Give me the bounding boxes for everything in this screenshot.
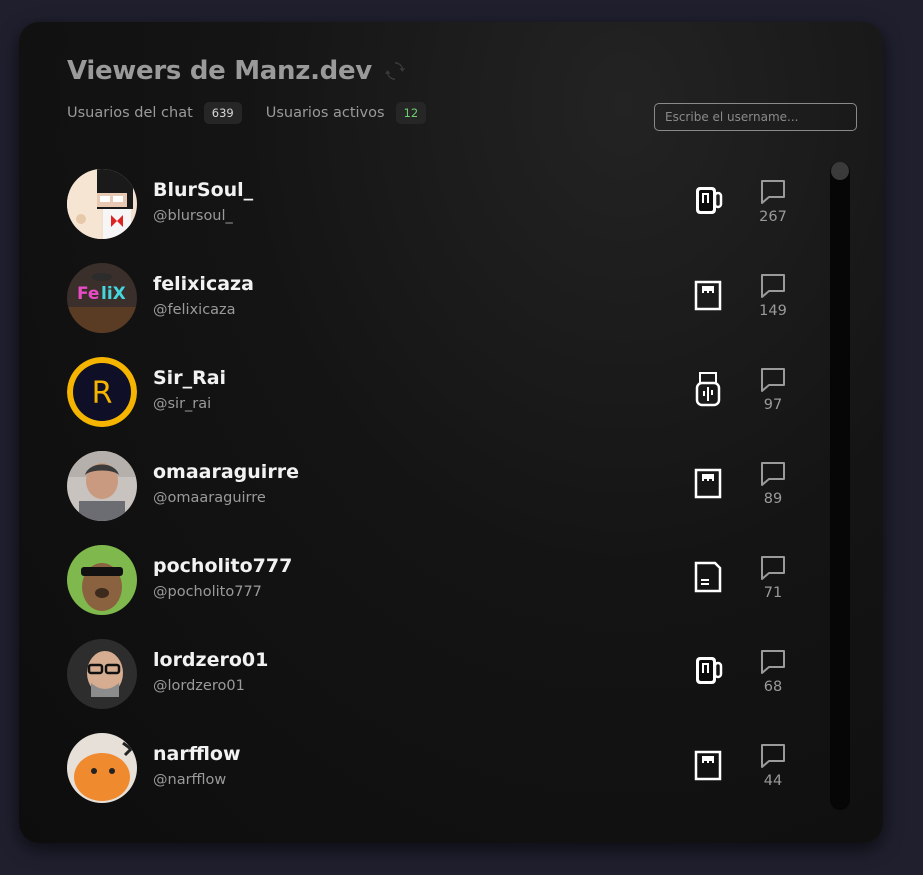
- messages-counter: 71: [755, 553, 791, 607]
- avatar: [67, 639, 137, 709]
- messages-counter: 44: [755, 741, 791, 795]
- avatar: [67, 451, 137, 521]
- chat-bubble-icon: [761, 556, 785, 580]
- username-search-input[interactable]: [654, 103, 857, 131]
- avatar: [67, 545, 137, 615]
- sd-card-icon: [694, 750, 722, 781]
- stats-bar: Usuarios del chat 639 Usuarios activos 1…: [67, 102, 450, 124]
- scrollbar-thumb[interactable]: [831, 162, 849, 180]
- viewer-row[interactable]: BlurSoul_ @blursoul_ 267: [67, 169, 797, 263]
- avatar: R: [67, 357, 137, 427]
- messages-counter: 149: [755, 271, 791, 325]
- message-count: 71: [763, 585, 783, 601]
- messages-counter: 267: [755, 177, 791, 231]
- viewer-handle: @sir_rai: [153, 396, 212, 412]
- viewer-row[interactable]: omaaraguirre @omaaraguirre 89: [67, 451, 797, 545]
- svg-text:liX: liX: [101, 284, 126, 304]
- chat-users-badge: 639: [203, 102, 242, 124]
- messages-counter: 89: [755, 459, 791, 513]
- message-count: 44: [763, 773, 783, 789]
- viewer-name: Sir_Rai: [153, 367, 227, 389]
- floppy-icon: [694, 561, 722, 593]
- message-count: 89: [763, 491, 783, 507]
- viewer-handle: @omaaraguirre: [153, 490, 266, 506]
- page-title: Viewers de Manz.dev: [67, 56, 372, 86]
- svg-text:Fe: Fe: [77, 284, 99, 304]
- active-users-label: Usuarios activos: [265, 105, 385, 121]
- message-count: 149: [759, 303, 787, 319]
- viewer-handle: @pocholito777: [153, 584, 262, 600]
- chat-bubble-icon: [761, 180, 785, 204]
- viewer-row[interactable]: pocholito777 @pocholito777 71: [67, 545, 797, 639]
- viewer-name: pocholito777: [153, 555, 293, 577]
- viewer-handle: @narfflow: [153, 772, 227, 788]
- title-row: Viewers de Manz.dev: [67, 56, 406, 86]
- viewer-handle: @felixicaza: [153, 302, 236, 318]
- chat-bubble-icon: [761, 462, 785, 486]
- sd-card-icon: [694, 468, 722, 499]
- viewer-handle: @blursoul_: [153, 208, 233, 224]
- chat-bubble-icon: [761, 274, 785, 298]
- chat-bubble-icon: [761, 368, 785, 392]
- viewers-panel: Viewers de Manz.dev Usuarios del chat 63…: [19, 22, 883, 843]
- message-count: 97: [763, 397, 783, 413]
- viewer-row[interactable]: Fe liX felixicaza @felixicaza 149: [67, 263, 797, 357]
- mug-icon: [696, 187, 723, 214]
- viewer-row[interactable]: lordzero01 @lordzero01 68: [67, 639, 797, 733]
- viewer-list: BlurSoul_ @blursoul_ 267 Fe liX felixica…: [67, 169, 797, 827]
- chat-bubble-icon: [761, 744, 785, 768]
- viewer-name: BlurSoul_: [153, 179, 254, 201]
- chat-bubble-icon: [761, 650, 785, 674]
- viewer-name: lordzero01: [153, 649, 269, 671]
- mug-icon: [696, 657, 723, 684]
- messages-counter: 68: [755, 647, 791, 701]
- viewer-name: narfflow: [153, 743, 241, 765]
- active-users-badge: 12: [395, 102, 427, 124]
- scrollbar[interactable]: [830, 162, 850, 810]
- avatar: Fe liX: [67, 263, 137, 333]
- viewer-name: omaaraguirre: [153, 461, 299, 483]
- chat-users-label: Usuarios del chat: [67, 105, 193, 121]
- viewer-name: felixicaza: [153, 273, 254, 295]
- viewer-row[interactable]: R Sir_Rai @sir_rai 97: [67, 357, 797, 451]
- avatar: [67, 733, 137, 803]
- usb-icon: [695, 372, 721, 407]
- viewer-handle: @lordzero01: [153, 678, 245, 694]
- messages-counter: 97: [755, 365, 791, 419]
- viewer-row[interactable]: narfflow @narfflow 44: [67, 733, 797, 827]
- sd-card-icon: [694, 280, 722, 311]
- refresh-icon[interactable]: [384, 60, 406, 82]
- avatar: [67, 169, 137, 239]
- message-count: 68: [763, 679, 783, 695]
- svg-text:R: R: [92, 376, 113, 411]
- message-count: 267: [759, 209, 787, 225]
